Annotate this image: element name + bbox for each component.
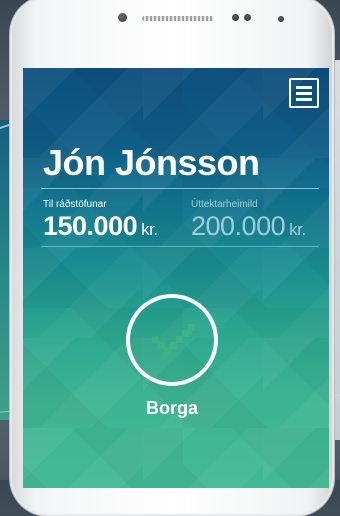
camera-sensor xyxy=(278,16,284,22)
menu-button[interactable] xyxy=(289,78,319,108)
stats-divider xyxy=(41,246,319,247)
account-holder-name: Jón Jónsson xyxy=(43,142,260,183)
limit-value: 200.000 xyxy=(191,211,286,241)
available-value: 150.000 xyxy=(43,211,138,241)
app-screen: Jón Jónsson Til ráðstöfunar 150.000 kr. Ú… xyxy=(23,68,329,488)
available-amount: 150.000 kr. xyxy=(43,211,158,242)
header-divider xyxy=(41,188,319,189)
pay-button[interactable]: Borga xyxy=(126,294,226,434)
proximity-sensor xyxy=(232,14,239,21)
available-currency: kr. xyxy=(141,220,158,239)
limit-label: Úttektarheimild xyxy=(191,199,258,210)
available-label: Til ráðstöfunar xyxy=(43,199,107,210)
pay-circle xyxy=(126,294,218,386)
light-sensor xyxy=(244,14,251,21)
earpiece-speaker xyxy=(142,16,214,21)
pay-label: Borga xyxy=(145,398,198,418)
limit-amount: 200.000 kr. xyxy=(191,211,306,242)
front-camera xyxy=(118,13,127,22)
limit-currency: kr. xyxy=(289,220,306,239)
checkmark-icon xyxy=(152,324,195,360)
